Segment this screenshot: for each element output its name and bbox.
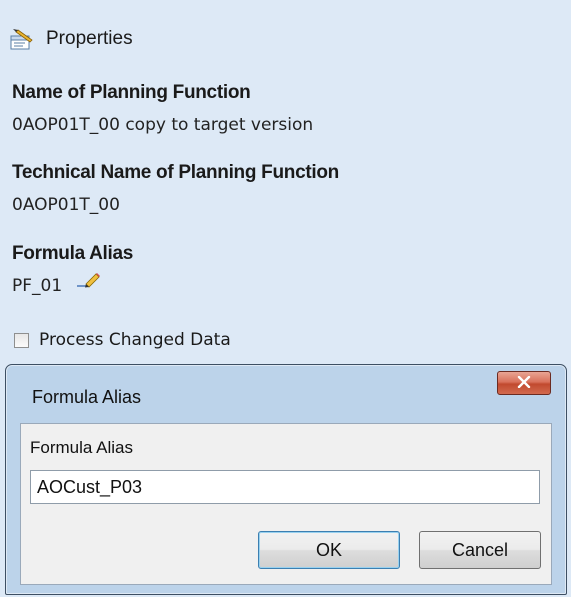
input-label: Formula Alias	[30, 438, 133, 457]
properties-title: Properties	[46, 28, 133, 49]
name-of-planning-function-value: 0AOP01T_00 copy to target version	[12, 115, 314, 135]
formula-alias-value: PF_01	[12, 276, 63, 296]
dialog-body: Formula Alias OK Cancel	[20, 423, 552, 585]
process-changed-data-checkbox[interactable]	[14, 332, 29, 348]
formula-alias-label: Formula Alias	[12, 243, 134, 264]
name-of-planning-function-label: Name of Planning Function	[12, 82, 251, 103]
cancel-button[interactable]: Cancel	[419, 531, 541, 569]
pencil-edit-icon[interactable]	[77, 272, 101, 293]
ok-button[interactable]: OK	[258, 531, 400, 569]
properties-icon	[10, 28, 34, 50]
close-button[interactable]	[497, 371, 551, 395]
formula-alias-input[interactable]	[30, 470, 540, 504]
technical-name-label: Technical Name of Planning Function	[12, 162, 339, 183]
process-changed-data-label: Process Changed Data	[39, 330, 231, 350]
dialog-title: Formula Alias	[32, 387, 142, 407]
technical-name-value: 0AOP01T_00	[12, 195, 120, 215]
properties-header: Properties	[10, 28, 133, 50]
close-icon	[517, 375, 531, 392]
process-changed-data-row[interactable]: Process Changed Data	[14, 330, 231, 350]
formula-alias-dialog: Formula Alias Formula Alias OK Cancel	[5, 364, 567, 595]
